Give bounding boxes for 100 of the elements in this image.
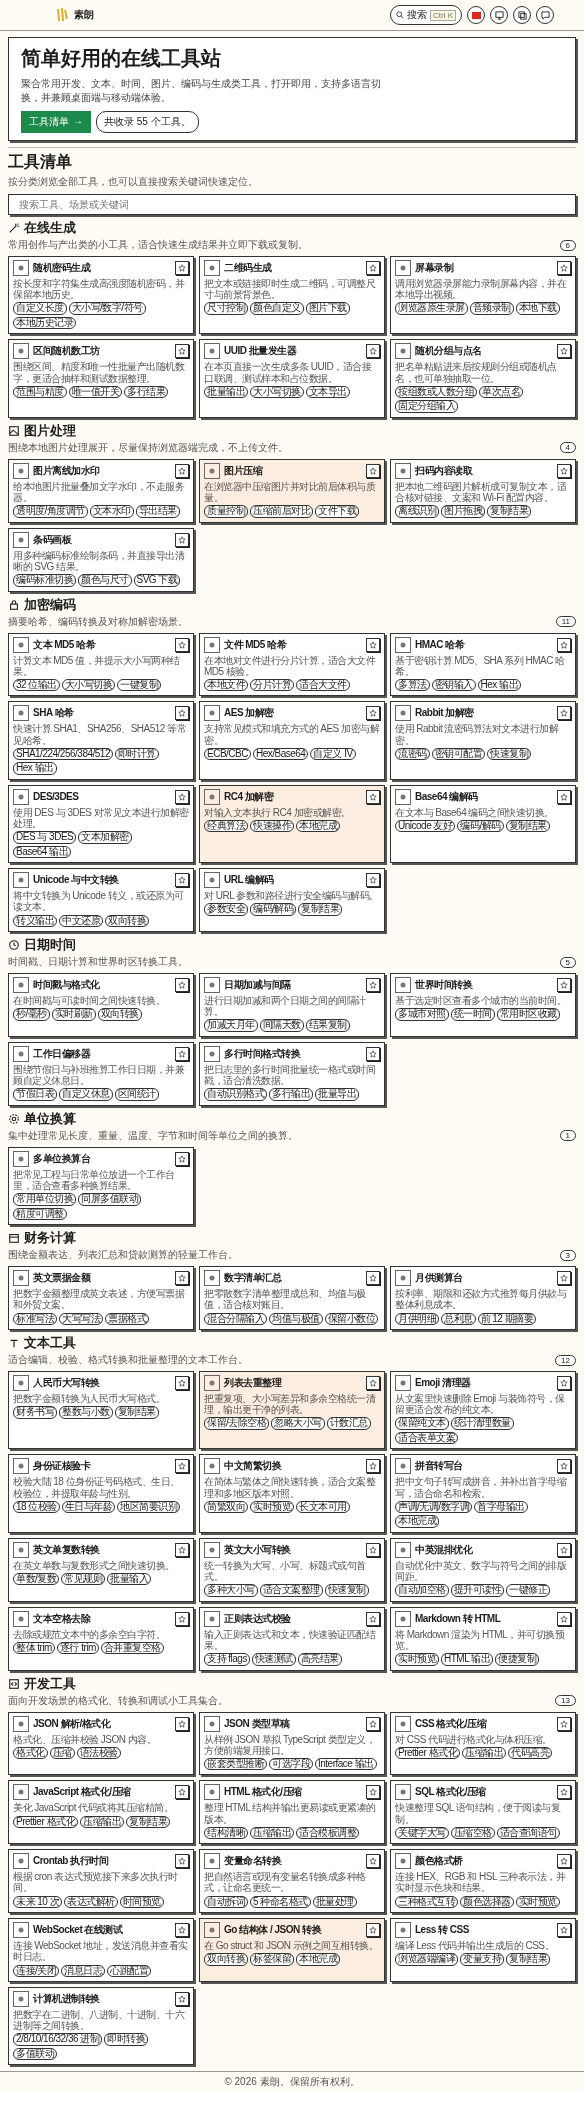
favorite-button[interactable] [366,261,380,275]
tool-card[interactable]: Less 转 CSS 编译 Less 代码并输出生成后的 CSS。 浏览器端编译 变量支持 复制结果 [390,1918,576,1982]
favorite-button[interactable] [366,344,380,359]
tool-card[interactable]: Rabbit 加解密 使用 Rabbit 流密码算法对文本进行加解密。 流密码 密钥可配置 快速复制 [390,701,576,780]
favorite-button[interactable] [175,1992,189,2006]
tool-card[interactable]: CSS 格式化/压缩 对 CSS 代码进行格式化与体积压缩。 Prettier 格式化 压缩输出 代码高亮 [390,1711,576,1776]
favorite-button[interactable] [175,978,189,992]
favorite-button[interactable] [557,1785,571,1800]
favorite-button[interactable] [175,1785,189,1800]
favorite-button[interactable] [557,1923,571,1938]
tool-card[interactable]: JSON 解析/格式化 格式化、压缩并校验 JSON 内容。 格式化 压缩 语法校验 [8,1711,194,1776]
tool-card[interactable]: 颜色格式桥 连接 HEX、RGB 和 HSL 三种表示法，并实时显示色块和结果。 三种格式互转 颜色选择器 实时预览 [390,1849,576,1914]
favorite-button[interactable] [366,463,380,478]
favorite-button[interactable] [557,978,571,992]
favorite-button[interactable] [175,1716,189,1731]
favorite-button[interactable] [557,706,571,721]
search-button[interactable]: 搜索 Ctrl K [390,5,462,25]
favorite-button[interactable] [557,637,571,652]
tool-card[interactable]: 中文简繁切换 在简体与繁体之间快速转换，适合文案整理和多地区版本对照。 简繁双向 实时预览 长文本可用 [199,1454,385,1533]
favorite-button[interactable] [557,1716,571,1731]
favorite-button[interactable] [175,873,189,888]
favorite-button[interactable] [557,1854,571,1869]
tool-card[interactable]: 多单位换算台 把常见工程与日常单位放进一个工作台里，适合查看多种换算结果。 常用单位切换 同屏多值联动 精度可调整 [8,1146,194,1226]
tool-card[interactable]: 时间戳与格式化 在时间戳与可读时间之间快速转换。 秒/毫秒 实时刷新 双向转换 [8,973,194,1037]
tool-card[interactable]: 英文单复数转换 在英文单数与复数形式之间快速切换。 单数/复数 常见规则 批量输入 [8,1537,194,1602]
favorite-button[interactable] [175,1151,189,1166]
tool-card[interactable]: 英文票据金额 把数字金额整理成英文表述，方便写票据和外贸文案。 标准写法 大写写法 票据格式 [8,1266,194,1330]
tool-card[interactable]: 工作日偏移器 围绕节假日与补班推算工作日日期，并兼顾自定义休息日。 节假日表 自定义休息 区间统计 [8,1041,194,1106]
tool-card[interactable]: 图片离线加水印 给本地图片批量叠加文字水印，不走服务器。 透明度/角度调节 文本水印 导出结果 [8,458,194,523]
favorite-button[interactable] [557,344,571,359]
favorite-button[interactable] [557,1542,571,1557]
favorite-button[interactable] [175,532,189,547]
tool-card[interactable]: URL 编解码 对 URL 参数和路径进行安全编码与解码。 参数安全 编码/解码 复制结果 [199,868,385,932]
favorite-button[interactable] [557,789,571,804]
tool-card[interactable]: 月供测算台 按利率、期限和还款方式推算每月供款与整体利息成本。 月供明细 总利息 前 12 期摘要 [390,1266,576,1330]
tool-card[interactable]: 中英混排优化 自动优化中英文、数字与符号之间的排版间距。 自动加空格 提升可读性 一键修正 [390,1537,576,1602]
favorite-button[interactable] [175,1923,189,1938]
tool-card[interactable]: UUID 批量发生器 在本页直接一次生成多条 UUID，适合接口联调、测试样本和占位数据。 批量输出 大小写切换 文本导出 [199,339,385,418]
tool-card[interactable]: 屏幕录制 调用浏览器录屏能力录制屏幕内容，并在本地导出视频。 浏览器原生录屏 音频录制 本地下载 [390,256,576,335]
tool-card[interactable]: 英文大小写转换 统一转换为大写、小写、标题式或句首式。 多种大小写 适合文案整理 快速复制 [199,1537,385,1602]
tool-card[interactable]: 区间随机数工坊 围绕区间、精度和唯一性批量产出随机数字，更适合抽样和测试数据整理。 范围与精度 唯一值开关 多行结果 [8,339,194,418]
favorite-button[interactable] [366,873,380,888]
tool-card[interactable]: 扫码内容读取 把本地二维码图片解析成可复制文本，适合核对链接、文案和 Wi-Fi 配置内容。 离线识别 图片拖拽 复制结果 [390,458,576,523]
tool-card[interactable]: Go 结构体 / JSON 转换 在 Go struct 和 JSON 示例之间互相转换。 双向转换 标签保留 本地完成 [199,1918,385,1982]
favorite-button[interactable] [366,1376,380,1390]
tool-card[interactable]: 图片压缩 在浏览器中压缩图片并对比前后体积与质量。 质量控制 压缩前后对比 文件下载 [199,458,385,523]
favorite-button[interactable] [175,789,189,804]
favorite-button[interactable] [175,1271,189,1286]
tool-card[interactable]: 随机密码生成 按长度和字符集生成高强度随机密码，并保留本地历史。 自定义长度 大小写/数字/符号 本地历史记录 [8,256,194,335]
tool-card[interactable]: Base64 编解码 在文本与 Base64 编码之间快速切换。 Unicode 友好 编码/解码 复制结果 [390,784,576,864]
tool-card[interactable]: 正则表达式校验 输入正则表达式和文本，快速验证匹配结果。 支持 flags 快速测试 高亮结果 [199,1606,385,1671]
tool-card[interactable]: JSON 类型草稿 从样例 JSON 草拟 TypeScript 类型定义，方便前端复用接口。 嵌套类型推断 可选字段 Interface 输出 [199,1711,385,1776]
favorite-button[interactable] [175,1459,189,1474]
tool-card[interactable]: 文件 MD5 哈希 在本地对文件进行分片计算，适合大文件 MD5 核验。 本地文件 分片计算 适合大文件 [199,632,385,697]
tool-card[interactable]: 随机分组与点名 把名单粘贴进来后按规则分组或随机点名，也可单独抽取一位。 按组数或人数分组 单次点名 固定分组输入 [390,339,576,418]
tool-card[interactable]: HTML 格式化/压缩 整理 HTML 结构并输出更易读或更紧凑的版本。 结构清晰 压缩输出 适合模板调整 [199,1780,385,1845]
favorite-button[interactable] [366,789,380,804]
favorite-button[interactable] [557,261,571,275]
favorite-button[interactable] [366,1459,380,1474]
tool-card[interactable]: WebSocket 在线测试 连接 WebSocket 地址，发送消息并查看实时日志。 连接/关闭 消息日志 心跳配置 [8,1918,194,1982]
tool-card[interactable]: 文本 MD5 哈希 计算文本 MD5 值，并提示大小写两种结果。 32 位输出 大小写切换 一键复制 [8,632,194,697]
favorite-button[interactable] [175,344,189,359]
tool-card[interactable]: 变量命名转换 把自然语言或现有变量名转换成多种格式，让命名更统一。 自动拆词 5 种命名格式 批量处理 [199,1849,385,1914]
tool-card[interactable]: SHA 哈希 快速计算 SHA1、SHA256、SHA512 等常见哈希。 SHA1/224/256/384/512 即时计算 Hex 输出 [8,701,194,780]
favorite-button[interactable] [366,637,380,652]
tool-card[interactable]: 多行时间格式转换 把日志里的多行时间批量统一格式或时间戳，适合清洗数据。 自动识别格式 多行输出 批量导出 [199,1041,385,1106]
favorite-button[interactable] [175,637,189,652]
message-button[interactable] [536,6,554,24]
tool-card[interactable]: 身份证核验卡 校验大陆 18 位身份证号码格式、生日、校验位，并提取年龄与性别。 18 位校验 生日与年龄 地区简要识别 [8,1454,194,1533]
tool-card[interactable]: DES/3DES 使用 DES 与 3DES 对常见文本进行加解密处理。 DES 与 3DES 文本加解密 Base64 输出 [8,784,194,864]
tool-card[interactable]: 拼音转写台 把中文句子转写成拼音，并补出首字母缩写，适合命名和检索。 声调/无调/数字调 首字母输出 本地完成 [390,1454,576,1533]
favorite-button[interactable] [557,1271,571,1286]
tool-card[interactable]: 文本空格去除 去除或规范文本中的多余空白字符。 整体 trim 逐行 trim 合并重复空格 [8,1606,194,1671]
favorite-button[interactable] [366,1611,380,1626]
tool-list-button[interactable]: 工具清单 → [21,111,91,133]
tool-card[interactable]: SQL 格式化/压缩 快速整理 SQL 语句结构，便于阅读与复制。 关键字大写 压缩空格 适合查询语句 [390,1780,576,1845]
tool-card[interactable]: 列表去重整理 把重复项、大小写差异和多余空格统一清理，输出更干净的列表。 保留/去除空格 忽略大小写 计数汇总 [199,1371,385,1450]
favorite-button[interactable] [175,1542,189,1557]
tool-card[interactable]: 世界时间转换 基于选定时区查看多个城市的当前时间。 多城市对照 统一时间 常用时区收藏 [390,973,576,1037]
favorite-button[interactable] [366,978,380,992]
tool-card[interactable]: 二维码生成 把文本或链接即时生成二维码，可调整尺寸与前景背景色。 尺寸控制 颜色自定义 图片下载 [199,256,385,335]
tool-card[interactable]: Unicode 与中文转换 将中文转换为 Unicode 转义，或还原为可读文本。 转义输出 中文还原 双向转换 [8,868,194,932]
tool-card[interactable]: 计算机进制转换 把数字在二进制、八进制、十进制、十六进制等之间转换。 2/8/10/16/32/36 进制 即时转换 多值联动 [8,1987,194,2066]
tool-card[interactable]: RC4 加解密 对输入文本执行 RC4 加密或解密。 经典算法 快速操作 本地完成 [199,784,385,864]
tool-card[interactable]: Emoji 清理器 从文案里快速删除 Emoji 与装饰符号，保留更适合发布的纯文本。 保留纯文本 统计清理数量 适合表单文案 [390,1371,576,1450]
tool-card[interactable]: 人民币大写转换 把数字金额转换为人民币大写格式。 财务书写 整数与小数 复制结果 [8,1371,194,1450]
tool-card[interactable]: 数字清单汇总 把零散数字清单整理成总和、均值与极值，适合核对账目。 混合分隔输入 均值与极值 保留小数位 [199,1266,385,1330]
tool-card[interactable]: 日期加减与间隔 进行日期加减和两个日期之间的间隔计算。 加减天月年 间隔天数 结果复制 [199,973,385,1037]
favorite-button[interactable] [366,1923,380,1938]
favorite-button[interactable] [366,1716,380,1731]
favorite-button[interactable] [557,463,571,478]
favorite-button[interactable] [175,1611,189,1626]
favorite-button[interactable] [366,1271,380,1286]
favorite-button[interactable] [557,1376,571,1390]
copy-button[interactable] [513,6,531,24]
favorite-button[interactable] [175,463,189,478]
favorite-button[interactable] [366,1785,380,1800]
favorite-button[interactable] [366,1046,380,1061]
favorite-button[interactable] [366,1542,380,1557]
favorite-button[interactable] [366,1854,380,1869]
